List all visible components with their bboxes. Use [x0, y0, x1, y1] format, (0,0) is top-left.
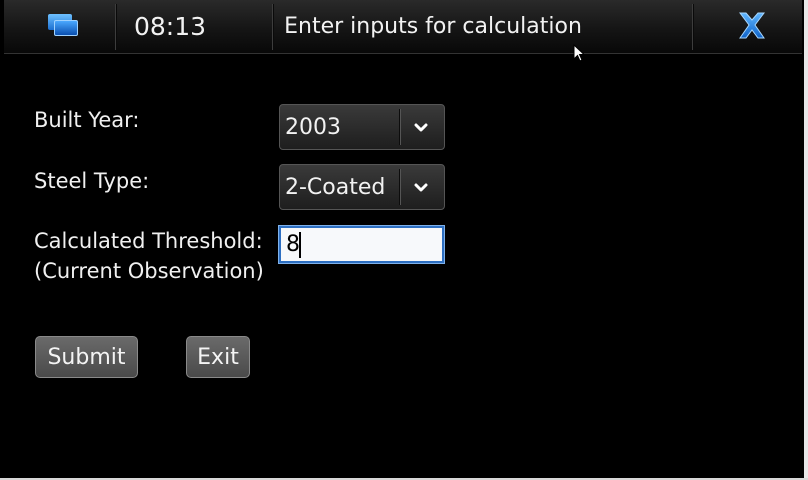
- built-year-label: Built Year:: [34, 108, 140, 132]
- exit-button[interactable]: Exit: [186, 336, 250, 378]
- steel-type-label: Steel Type:: [34, 169, 150, 193]
- mouse-pointer-icon: [573, 44, 586, 62]
- window-title: Enter inputs for calculation: [284, 14, 582, 39]
- threshold-value: 8: [286, 232, 300, 257]
- title-separator: [692, 4, 693, 50]
- threshold-sublabel: (Current Observation): [34, 259, 264, 283]
- chevron-down-icon[interactable]: [410, 177, 432, 197]
- title-separator: [272, 4, 273, 50]
- chevron-down-icon[interactable]: [410, 117, 432, 137]
- clock: 08:13: [133, 12, 207, 41]
- close-icon[interactable]: [732, 8, 772, 44]
- threshold-label: Calculated Threshold:: [34, 229, 263, 253]
- title-bar: 08:13 Enter inputs for calculation: [4, 0, 802, 54]
- task-switcher-icon[interactable]: [38, 8, 90, 44]
- steel-type-select[interactable]: 2-Coated: [279, 164, 445, 210]
- built-year-select[interactable]: 2003: [279, 104, 445, 150]
- text-caret: [299, 232, 301, 258]
- steel-type-value: 2-Coated: [285, 175, 386, 200]
- submit-button[interactable]: Submit: [35, 336, 138, 378]
- app-window: 08:13 Enter inputs for calculation Built…: [0, 0, 808, 480]
- built-year-value: 2003: [285, 115, 341, 140]
- threshold-input[interactable]: 8: [279, 226, 444, 263]
- title-separator: [115, 4, 116, 50]
